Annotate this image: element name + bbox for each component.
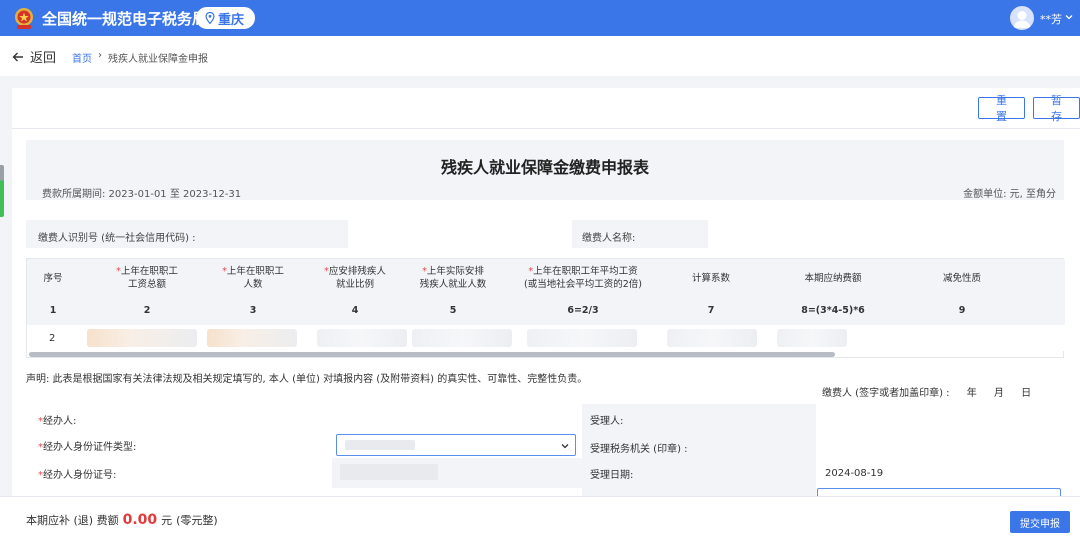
form-header: 残疾人就业保障金缴费申报表 费款所属期间: 2023-01-01 至 2023-…: [26, 140, 1064, 200]
tax-emblem-icon: [15, 8, 33, 29]
horizontal-scrollbar[interactable]: [29, 352, 835, 357]
footer-bar: 本期应补 (退) 费额 0.00 元 (零元整) 提交申报: [0, 496, 1080, 545]
signature-line: 缴费人 (签字或者加盖印章) : 年 月 日: [822, 384, 1031, 399]
nav-row: 返回 首页 › 残疾人就业保障金申报: [0, 36, 1080, 76]
column-number-6: 6=2/3: [567, 305, 599, 316]
region-label: 重庆: [218, 12, 245, 28]
fee-period: 费款所属期间: 2023-01-01 至 2023-12-31: [42, 189, 242, 200]
divider: [12, 128, 1080, 129]
day-label: 日: [1021, 388, 1032, 399]
breadcrumb-home[interactable]: 首页: [72, 50, 92, 65]
amount-in-words: (零元整): [176, 514, 218, 527]
redacted-cell: [207, 329, 297, 347]
redacted-cell: [777, 329, 847, 347]
side-handle[interactable]: [0, 165, 4, 217]
redacted-cell: [667, 329, 757, 347]
tax-authority-label: 受理税务机关 (印章) :: [590, 444, 688, 455]
column-header-5: *上年实际安排 残疾人就业人数: [419, 266, 487, 290]
receiver-label: 受理人:: [590, 416, 624, 427]
receipt-date-label: 受理日期:: [590, 470, 634, 481]
payable-label: 本期应补 (退) 费额: [26, 514, 119, 527]
declaration-statement: 声明: 此表是根据国家有关法律法规及相关规定填写的, 本人 (单位) 对填报内容…: [26, 374, 588, 385]
column-header-9: 减免性质: [942, 273, 981, 284]
column-number-5: 5: [449, 305, 457, 316]
submit-declaration-button[interactable]: 提交申报: [1010, 511, 1070, 533]
column-number-4: 4: [351, 305, 359, 316]
taxpayer-id-field: 缴费人识别号 (统一社会信用代码) :: [26, 220, 348, 248]
column-header-6: *上年在职职工年平均工资 (或当地社会平均工资的2倍): [524, 266, 642, 290]
id-type-label: *经办人身份证件类型:: [38, 442, 137, 453]
column-header-3: *上年在职职工 人数: [222, 266, 284, 290]
column-header-4: *应安排残疾人 就业比例: [324, 266, 386, 290]
column-header-7: 计算系数: [691, 273, 730, 284]
user-avatar[interactable]: [1010, 6, 1034, 30]
form-title: 残疾人就业保障金缴费申报表: [440, 158, 649, 177]
chevron-down-icon[interactable]: [1064, 12, 1074, 22]
chevron-down-icon: [561, 444, 569, 449]
location-pin-icon: [205, 12, 215, 24]
receipt-date-value: 2024-08-19: [825, 468, 884, 479]
top-header: 全国统一规范电子税务局 重庆 **芳: [0, 0, 1080, 36]
signer-label: 缴费人 (签字或者加盖印章) :: [822, 388, 950, 399]
handler-label: *经办人:: [38, 416, 77, 427]
form-actions: 重置 暂存: [978, 94, 1080, 123]
amount-unit: 金额单位: 元, 至角分: [963, 189, 1056, 200]
column-number-8: 8=(3*4-5)*6: [801, 305, 865, 316]
breadcrumb-current: 残疾人就业保障金申报: [108, 54, 208, 65]
row-number: 2: [49, 333, 56, 344]
taxpayer-name-field: 缴费人名称:: [572, 220, 708, 248]
redacted-cell: [527, 329, 637, 347]
save-draft-button[interactable]: 暂存: [1033, 94, 1080, 123]
payable-amount: 0.00: [122, 512, 158, 528]
column-number-7: 7: [707, 305, 715, 316]
username[interactable]: **芳: [1040, 11, 1062, 27]
app-title: 全国统一规范电子税务局: [42, 10, 208, 28]
region-selector[interactable]: 重庆: [196, 7, 256, 29]
id-number-label: *经办人身份证号:: [38, 470, 117, 481]
column-number-3: 3: [249, 305, 257, 316]
column-header-8: 本期应纳费额: [804, 273, 862, 284]
column-header-2: *上年在职职工 工资总额: [116, 266, 178, 290]
back-button[interactable]: 返回: [12, 47, 56, 66]
arrow-left-icon: [12, 52, 23, 61]
declaration-card: 重置 暂存 残疾人就业保障金缴费申报表 费款所属期间: 2023-01-01 至…: [12, 88, 1080, 508]
redacted-cell: [412, 329, 512, 347]
declaration-table: 2 序号 1 *上年在职职工 工资总额 2 *上年在职职工 人数 3 *应安排残疾人 就业比例 4 *…: [26, 258, 1065, 358]
year-label: 年: [966, 388, 977, 399]
redacted-value: [345, 440, 415, 450]
breadcrumb: 首页 › 残疾人就业保障金申报: [72, 50, 208, 65]
redacted-id-number: [340, 464, 438, 480]
reset-button[interactable]: 重置: [978, 94, 1025, 123]
table-row[interactable]: 2: [27, 325, 1065, 351]
column-number-9: 9: [958, 305, 966, 316]
redacted-cell: [317, 329, 407, 347]
month-label: 月: [993, 388, 1004, 399]
payable-summary: 本期应补 (退) 费额 0.00 元 (零元整): [26, 512, 218, 528]
redacted-cell: [87, 329, 197, 347]
column-header-1: 序号: [43, 273, 63, 284]
column-number-2: 2: [143, 305, 151, 316]
back-label: 返回: [30, 51, 57, 66]
user-icon: [1013, 11, 1031, 28]
breadcrumb-separator: ›: [98, 50, 102, 61]
currency-label: 元: [161, 514, 173, 527]
column-number-1: 1: [49, 305, 57, 316]
id-type-select[interactable]: [336, 434, 576, 456]
